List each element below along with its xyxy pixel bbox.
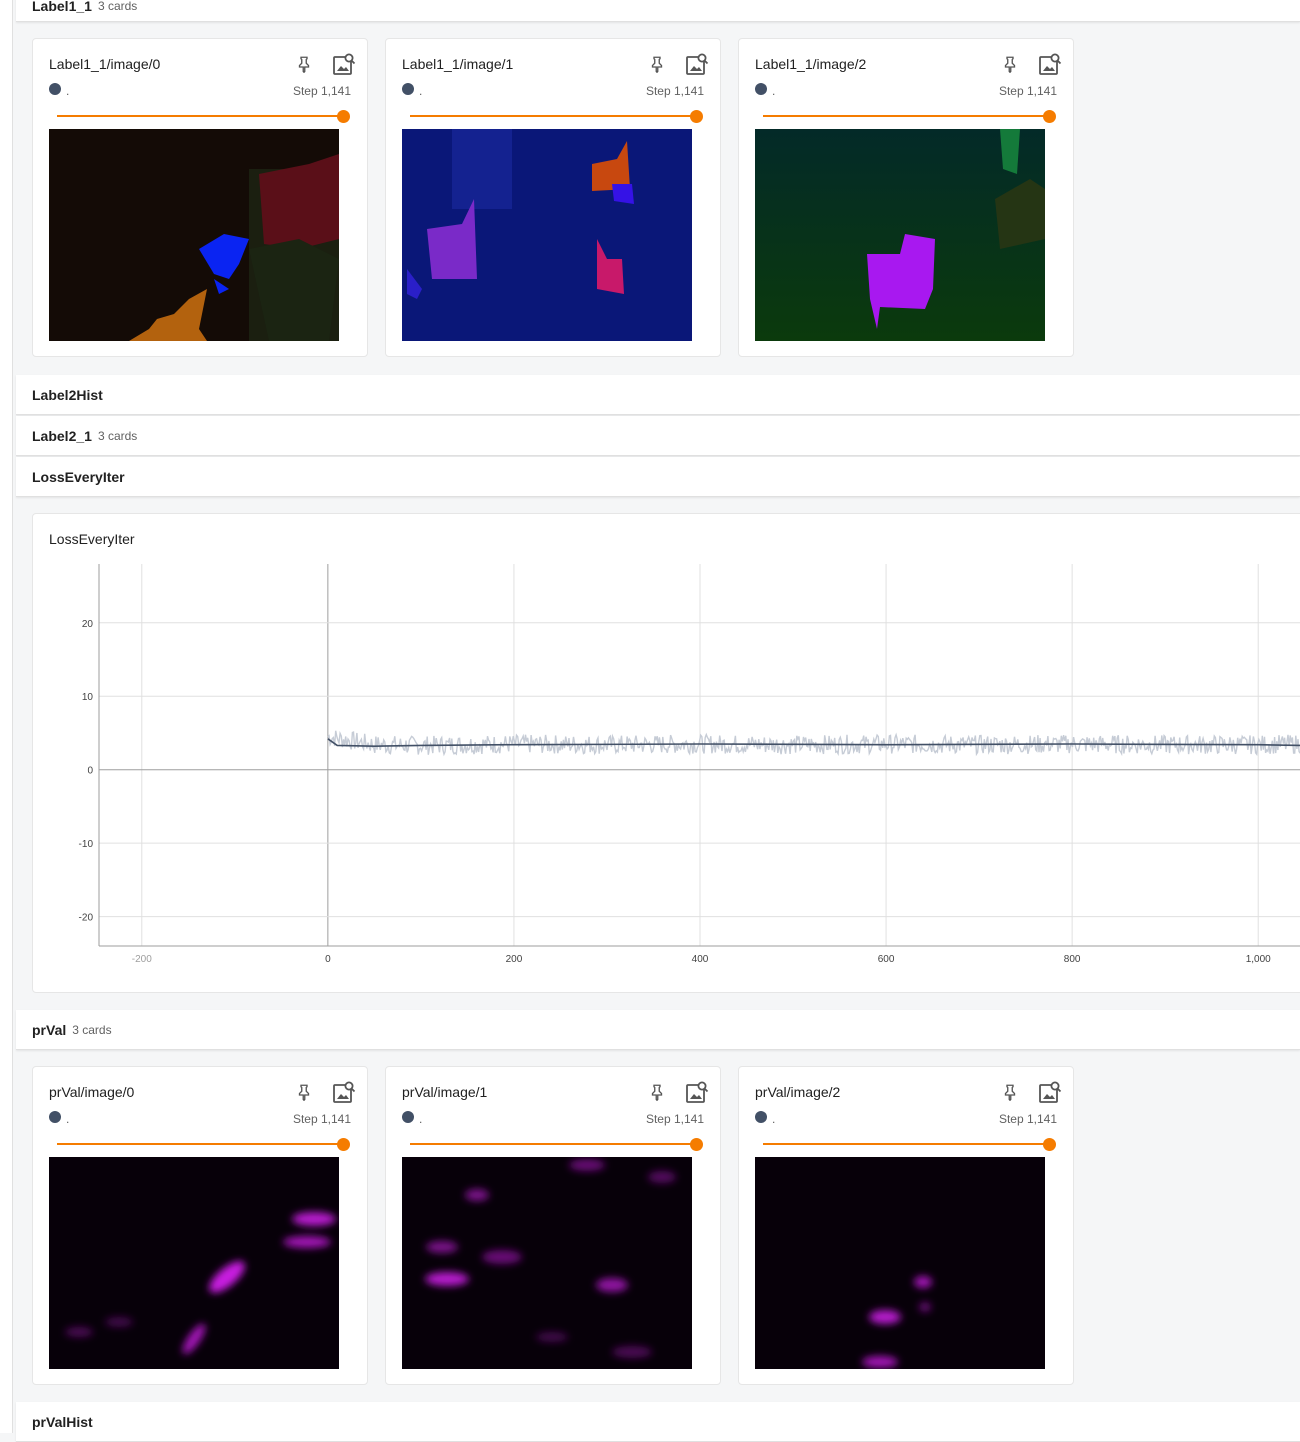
image-search-icon[interactable] xyxy=(685,52,709,76)
group-header-label2hist[interactable]: Label2Hist xyxy=(16,375,1300,415)
loss-chart[interactable]: -200 0 200 400 600 800 1,000 20 10 0 -10 -20 xyxy=(33,514,1300,994)
card-title: prVal/image/1 xyxy=(402,1084,488,1100)
image-card: Label1_1/image/0 . Step 1,141 xyxy=(32,38,368,357)
x-tick-label: 800 xyxy=(1064,954,1081,965)
card-title: prVal/image/2 xyxy=(755,1084,841,1100)
prediction-image[interactable] xyxy=(49,1157,339,1369)
image-search-icon[interactable] xyxy=(332,52,356,76)
group-name: Label2Hist xyxy=(32,386,103,403)
step-label: Step 1,141 xyxy=(998,1112,1057,1126)
group-header-loss[interactable]: LossEveryIter xyxy=(16,457,1300,497)
image-search-icon[interactable] xyxy=(1038,1080,1062,1104)
left-gutter xyxy=(0,0,13,1433)
run-color-dot xyxy=(49,1111,61,1123)
step-slider-track[interactable] xyxy=(57,115,345,117)
x-tick-label: 600 xyxy=(878,954,895,965)
x-tick-label: 400 xyxy=(692,954,709,965)
step-slider-track[interactable] xyxy=(410,115,698,117)
run-color-dot xyxy=(755,1111,767,1123)
step-slider-track[interactable] xyxy=(763,1143,1051,1145)
pin-icon[interactable] xyxy=(1001,55,1019,73)
y-tick-label: -20 xyxy=(79,913,94,924)
group-card-count: 3 cards xyxy=(97,0,138,13)
step-label: Step 1,141 xyxy=(645,84,704,98)
y-tick-label: 10 xyxy=(82,692,94,703)
image-card: Label1_1/image/1 . Step 1,141 xyxy=(385,38,721,357)
y-tick-label: 0 xyxy=(87,766,93,777)
step-label: Step 1,141 xyxy=(998,84,1057,98)
image-card: prVal/image/2 . Step 1,141 xyxy=(738,1066,1074,1385)
group-header-prval[interactable]: prVal 3 cards xyxy=(16,1010,1300,1050)
step-slider-thumb[interactable] xyxy=(690,1138,703,1151)
label-image[interactable] xyxy=(49,129,339,341)
step-slider-track[interactable] xyxy=(57,1143,345,1145)
image-search-icon[interactable] xyxy=(1038,52,1062,76)
group-header-label1[interactable]: Label1_1 3 cards xyxy=(16,0,1300,22)
x-tick-label: 200 xyxy=(506,954,523,965)
prediction-image[interactable] xyxy=(402,1157,692,1369)
series-line-raw xyxy=(327,730,1300,757)
group-name: prVal xyxy=(32,1021,67,1038)
pin-icon[interactable] xyxy=(1001,1083,1019,1101)
group-name: prValHist xyxy=(32,1413,93,1430)
run-color-dot xyxy=(402,83,414,95)
step-label: Step 1,141 xyxy=(292,84,351,98)
run-name: . xyxy=(419,1112,423,1126)
group-header-prvalhist[interactable]: prValHist xyxy=(16,1402,1300,1442)
image-card: prVal/image/0 . Step 1,141 xyxy=(32,1066,368,1385)
prediction-image[interactable] xyxy=(755,1157,1045,1369)
group-card-count: 3 cards xyxy=(97,428,138,443)
y-tick-label: 20 xyxy=(82,619,94,630)
pin-icon[interactable] xyxy=(295,1083,313,1101)
run-name: . xyxy=(66,84,70,98)
image-card: Label1_1/image/2 . Step 1,141 xyxy=(738,38,1074,357)
run-name: . xyxy=(772,84,776,98)
step-label: Step 1,141 xyxy=(645,1112,704,1126)
run-color-dot xyxy=(49,83,61,95)
scalar-card: LossEveryIter -200 0 200 400 600 800 1,000 20 10… xyxy=(32,513,1300,993)
run-name: . xyxy=(66,1112,70,1126)
x-tick-label: -200 xyxy=(132,954,152,965)
group-name: Label1_1 xyxy=(32,0,92,14)
group-name: LossEveryIter xyxy=(32,468,125,485)
run-color-dot xyxy=(755,83,767,95)
step-slider-thumb[interactable] xyxy=(337,1138,350,1151)
step-slider-track[interactable] xyxy=(763,115,1051,117)
pin-icon[interactable] xyxy=(295,55,313,73)
pin-icon[interactable] xyxy=(648,1083,666,1101)
image-card: prVal/image/1 . Step 1,141 xyxy=(385,1066,721,1385)
card-title: Label1_1/image/1 xyxy=(402,56,514,72)
step-slider-thumb[interactable] xyxy=(337,110,350,123)
run-name: . xyxy=(772,1112,776,1126)
card-title: prVal/image/0 xyxy=(49,1084,135,1100)
step-slider-thumb[interactable] xyxy=(1043,110,1056,123)
step-label: Step 1,141 xyxy=(292,1112,351,1126)
y-tick-label: -10 xyxy=(79,839,94,850)
group-name: Label2_1 xyxy=(32,427,92,444)
label-image[interactable] xyxy=(402,129,692,341)
card-title: Label1_1/image/0 xyxy=(49,56,161,72)
run-name: . xyxy=(419,84,423,98)
x-tick-label: 0 xyxy=(325,954,331,965)
label-image[interactable] xyxy=(755,129,1045,341)
image-search-icon[interactable] xyxy=(332,1080,356,1104)
card-title: Label1_1/image/2 xyxy=(755,56,867,72)
group-card-count: 3 cards xyxy=(72,1022,112,1037)
image-search-icon[interactable] xyxy=(685,1080,709,1104)
pin-icon[interactable] xyxy=(648,55,666,73)
step-slider-track[interactable] xyxy=(410,1143,698,1145)
step-slider-thumb[interactable] xyxy=(690,110,703,123)
step-slider-thumb[interactable] xyxy=(1043,1138,1056,1151)
group-header-label2[interactable]: Label2_1 3 cards xyxy=(16,416,1300,456)
x-tick-label: 1,000 xyxy=(1246,954,1271,965)
run-color-dot xyxy=(402,1111,414,1123)
